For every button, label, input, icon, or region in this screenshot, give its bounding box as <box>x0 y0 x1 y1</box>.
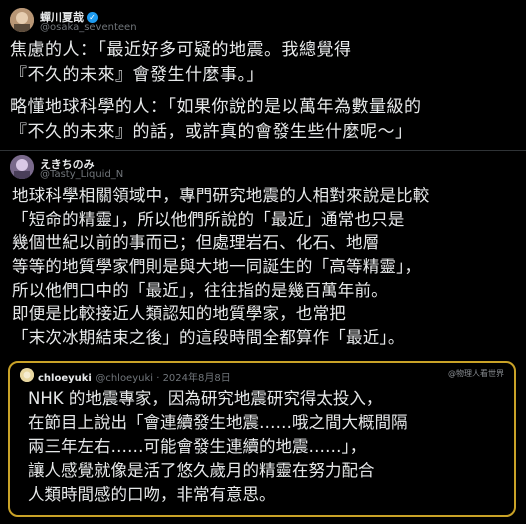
tweet-text-line: 略懂地球科學的人：「如果你說的是以萬年為數量級的 <box>10 97 422 117</box>
tweet-text-line: 『不久的未來』的話，或許真的會發生些什麼呢～」 <box>10 122 413 142</box>
tweet-text-line: 「短命的精靈」，所以他們所說的「最近」通常也只是 <box>12 210 405 229</box>
quoted-text-line: NHK 的地震專家，因為研究地震研究得太投入， <box>28 389 383 408</box>
avatar-image <box>10 155 34 179</box>
author-handle[interactable]: @Tasty_Liquid_N <box>40 169 123 180</box>
tweet-text-line: 所以他們口中的「最近」，往往指的是幾百萬年前。 <box>12 281 388 300</box>
avatar-image <box>20 369 34 382</box>
tweet-text-line: 「末次冰期結束之後」的這段時間全都算作「最近」。 <box>12 328 405 347</box>
tweet-text-line: 地球科學相關領域中，專門研究地震的人相對來說是比較 <box>12 186 430 205</box>
avatar <box>20 368 34 382</box>
avatar[interactable] <box>10 155 34 179</box>
quoted-text-line: 兩三年左右……可能會發生連續的地震……」， <box>28 437 367 456</box>
quoted-text-line: 讓人感覺就像是活了悠久歲月的精靈在努力配合 <box>28 461 375 480</box>
tweet-text-line: 焦慮的人：「最近好多可疑的地震。我總覺得 <box>10 40 352 60</box>
quoted-handle-date: @chloeyuki · 2024年8月8日 <box>95 373 231 384</box>
quoted-author: chloeyuki @chloeyuki · 2024年8月8日 <box>38 373 231 384</box>
tweet-text-line: 幾個世紀以前的事而已；但處理岩石、化石、地層 <box>12 233 380 252</box>
tweet-text-line: 『不久的未來』會發生什麼事。」 <box>10 65 264 85</box>
quoted-text-line: 在節目上說出「會連續發生地震……哦之間大概間隔 <box>28 413 408 432</box>
avatar-image <box>10 8 34 32</box>
quoted-tweet[interactable]: chloeyuki @chloeyuki · 2024年8月8日 @物理人看世界… <box>8 361 516 517</box>
tweet-text-line: 即便是比較接近人類認知的地質學家，也常把 <box>12 304 346 323</box>
quoted-text-line: 人類時間感的口吻，非常有意思。 <box>28 485 276 504</box>
author-handle[interactable]: @osaka_seventeen <box>40 22 137 33</box>
avatar[interactable] <box>10 8 34 32</box>
tweet-text-line: 等等的地質學家們則是與大地一同誕生的「高等精靈」， <box>12 257 422 276</box>
watermark: @物理人看世界 <box>448 369 504 378</box>
divider <box>0 150 526 151</box>
